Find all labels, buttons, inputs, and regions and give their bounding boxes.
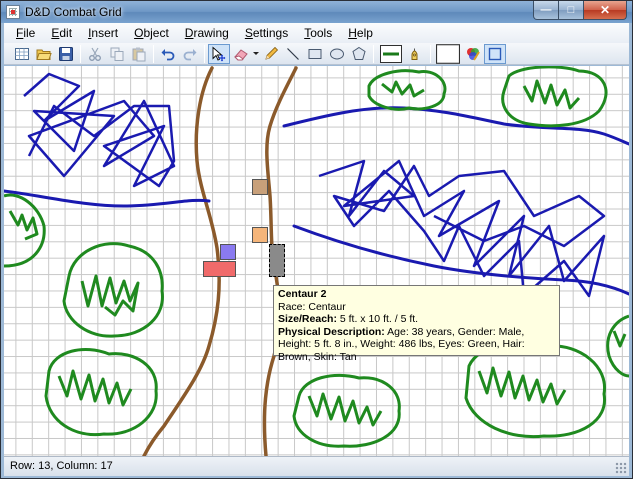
new-grid-button[interactable] (11, 44, 33, 64)
minimize-button[interactable]: — (533, 1, 559, 20)
tooltip-physical-row: Physical Description: Age: 38 years, Gen… (278, 325, 525, 363)
menu-insert[interactable]: Insert (80, 23, 126, 43)
token-info-tooltip: Centaur 2 Race: Centaur Size/Reach: 5 ft… (273, 285, 560, 363)
tree-center-left (62, 242, 164, 338)
eraser-dropdown[interactable] (252, 44, 260, 64)
window-controls: — □ ✕ (533, 1, 627, 20)
tree-bottom-left (44, 348, 158, 437)
polygon-icon (352, 46, 366, 60)
app-window: D&D Combat Grid — □ ✕ File Edit Insert O… (0, 0, 633, 479)
app-grid-icon[interactable] (6, 5, 20, 19)
token-gray-selected[interactable] (269, 244, 285, 277)
status-row-column: Row: 13, Column: 17 (10, 460, 113, 472)
token-purple[interactable] (220, 244, 236, 260)
select-move-icon (212, 46, 226, 61)
menu-object[interactable]: Object (126, 23, 177, 43)
cut-icon (89, 47, 101, 61)
tooltip-size-row: Size/Reach: 5 ft. x 10 ft. / 5 ft. (278, 313, 419, 325)
menu-tools[interactable]: Tools (296, 23, 340, 43)
menu-file[interactable]: File (8, 23, 43, 43)
eraser-icon (234, 48, 248, 60)
menu-bar: File Edit Insert Object Drawing Settings… (4, 23, 629, 43)
rectangle-tool[interactable] (304, 44, 326, 64)
toolbar-separator (204, 44, 205, 63)
cut-button[interactable] (84, 44, 106, 64)
save-button[interactable] (55, 44, 77, 64)
menu-help[interactable]: Help (340, 23, 381, 43)
toolbar-separator (80, 44, 81, 63)
tree-right-edge (606, 314, 629, 378)
river-bottom (4, 189, 211, 208)
redo-button[interactable] (179, 44, 201, 64)
combat-grid-canvas[interactable]: Centaur 2 Race: Centaur Size/Reach: 5 ft… (4, 66, 629, 456)
paste-button[interactable] (128, 44, 150, 64)
river-top (282, 106, 629, 146)
pencil-tool[interactable] (260, 44, 282, 64)
menu-edit[interactable]: Edit (43, 23, 80, 43)
pond-scribble-left (23, 72, 176, 188)
tooltip-race-row: Race: Centaur (278, 300, 346, 313)
line-thickness-icon (380, 44, 402, 63)
title-bar[interactable]: D&D Combat Grid — □ ✕ (1, 1, 632, 23)
copy-icon (110, 47, 124, 61)
undo-button[interactable] (157, 44, 179, 64)
fill-color-button[interactable] (434, 43, 462, 64)
token-orange[interactable] (252, 227, 268, 243)
toolbar (4, 43, 629, 65)
pond-scribble-right (318, 159, 606, 298)
open-folder-icon (36, 49, 52, 60)
tree-bottom-center (292, 373, 401, 448)
save-disk-icon (59, 46, 73, 61)
line-thickness-button[interactable] (377, 44, 405, 64)
fill-color-swatch (436, 43, 460, 64)
eraser-tool[interactable] (230, 44, 252, 64)
resize-grip-icon[interactable] (615, 462, 627, 474)
tooltip-title: Centaur 2 (278, 288, 327, 300)
copy-button[interactable] (106, 44, 128, 64)
tree-left-edge (4, 193, 46, 268)
map-drawing (4, 66, 629, 456)
undo-icon (161, 48, 175, 60)
token-red[interactable] (203, 261, 236, 277)
line-color-swatch (383, 52, 399, 55)
fill-icon (411, 48, 418, 60)
line-icon (287, 47, 299, 60)
maximize-button[interactable]: □ (559, 1, 584, 20)
select-move-tool[interactable] (208, 43, 230, 64)
color-picker-icon (467, 47, 480, 61)
ellipse-tool[interactable] (326, 44, 348, 64)
window-title: D&D Combat Grid (25, 5, 122, 19)
open-button[interactable] (33, 44, 55, 64)
selection-box-icon (488, 47, 502, 60)
tree-top-middle (367, 69, 447, 111)
menu-settings[interactable]: Settings (237, 23, 296, 43)
ellipse-icon (330, 48, 344, 59)
redo-icon (183, 48, 197, 60)
paste-icon (132, 47, 146, 61)
toolbar-separator (373, 44, 374, 63)
rectangle-icon (308, 48, 322, 59)
new-grid-icon (15, 47, 29, 60)
selection-box-tool[interactable] (484, 43, 506, 64)
token-tan[interactable] (252, 179, 268, 195)
line-tool[interactable] (282, 44, 304, 64)
polygon-tool[interactable] (348, 44, 370, 64)
toolbar-separator (153, 44, 154, 63)
toolbar-separator (430, 44, 431, 63)
pencil-icon (265, 46, 279, 60)
status-bar: Row: 13, Column: 17 (4, 456, 629, 476)
close-button[interactable]: ✕ (584, 1, 627, 20)
menu-drawing[interactable]: Drawing (177, 23, 237, 43)
tree-top-right (501, 66, 608, 128)
fill-tool[interactable] (405, 44, 427, 64)
color-picker-button[interactable] (462, 44, 484, 64)
